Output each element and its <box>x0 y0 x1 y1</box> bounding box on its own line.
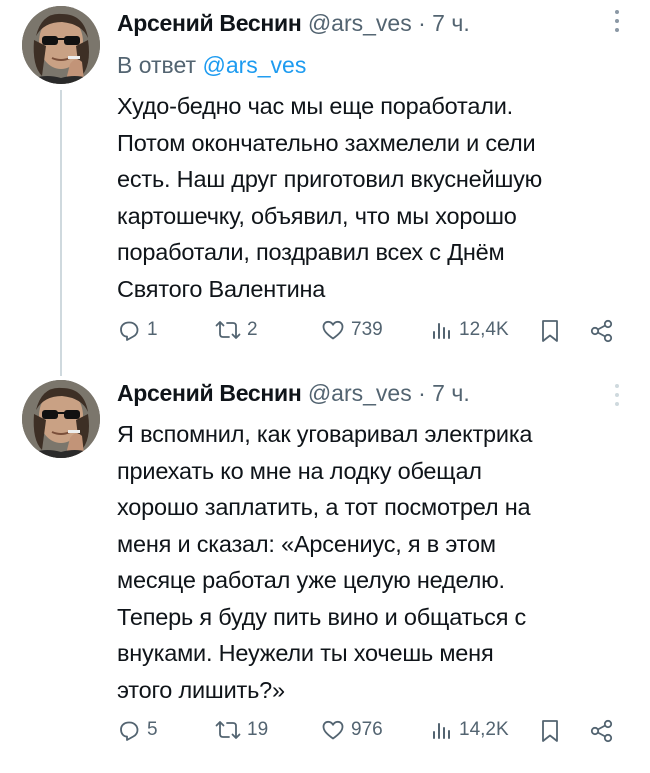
tweet-text: Я вспомнил, как уговаривал электрика при… <box>117 416 632 708</box>
thread-line <box>60 90 62 376</box>
reply-mention-link[interactable]: @ars_ves <box>202 52 306 78</box>
reply-icon <box>120 321 139 341</box>
tweet-text-line: приехать ко мне на лодку обещал <box>117 457 482 484</box>
avatar-image <box>22 6 100 84</box>
views-button[interactable]: 14,2K <box>431 718 509 742</box>
heart-icon <box>322 320 344 340</box>
views-button[interactable]: 12,4K <box>431 318 509 342</box>
tweet-text-line: месяце работал уже целую неделю. <box>117 567 505 593</box>
bookmark-icon <box>542 320 558 342</box>
tweet-text-line: меня и сказал: «Арсениус, я в этом <box>117 530 496 557</box>
retweet-count: 19 <box>247 719 269 740</box>
bookmark-icon <box>542 720 558 742</box>
like-button[interactable]: 739 <box>321 318 383 342</box>
like-button[interactable]: 976 <box>321 718 383 742</box>
tweet-text-line: Худо-бедно час мы еще поработали. <box>117 93 513 119</box>
reply-count: 1 <box>147 319 158 340</box>
retweet-button[interactable]: 19 <box>215 718 268 742</box>
tweet-time[interactable]: 7 ч. <box>432 10 470 36</box>
retweet-button[interactable]: 2 <box>215 318 258 342</box>
tweet-text-line: картошечку, объявил, что мы хорошо <box>117 202 517 229</box>
tweet-header: Арсений Веснин @ars_ves · 7 ч. <box>117 10 470 42</box>
share-button[interactable] <box>589 318 615 344</box>
avatar[interactable] <box>22 380 100 458</box>
retweet-icon <box>215 721 241 739</box>
views-icon <box>433 723 450 739</box>
retweet-count: 2 <box>247 319 258 340</box>
tweet-text-line: хорошо заплатить, а тот посмотрел на <box>117 494 531 520</box>
tweet-header: Арсений Веснин @ars_ves · 7 ч. <box>117 380 470 412</box>
reply-button[interactable]: 5 <box>117 718 158 742</box>
reply-count: 5 <box>147 719 158 740</box>
author-handle[interactable]: @ars_ves <box>308 10 412 36</box>
more-icon[interactable] <box>614 384 620 411</box>
reply-prefix: В ответ <box>117 52 197 78</box>
more-icon[interactable] <box>614 10 620 37</box>
tweet-text-line: есть. Наш друг приготовил вкуснейшую <box>117 166 543 192</box>
tweet-actions: 5 19 976 14,2K <box>117 718 627 748</box>
share-icon <box>590 319 613 343</box>
tweet-text-line: этого лишить?» <box>117 676 285 703</box>
retweet-icon <box>215 321 241 339</box>
tweet-text-line: внуками. Неужели ты хочешь меня <box>117 640 494 666</box>
tweet-actions: 1 2 739 12,4K <box>117 318 627 348</box>
bookmark-button[interactable] <box>539 318 561 344</box>
reply-icon <box>120 721 139 741</box>
author-name[interactable]: Арсений Веснин <box>117 380 302 406</box>
tweet-text: Худо-бедно час мы еще поработали. Потом … <box>117 88 632 307</box>
avatar[interactable] <box>22 6 100 84</box>
author-name[interactable]: Арсений Веснин <box>117 10 302 36</box>
bookmark-button[interactable] <box>539 718 561 744</box>
views-icon <box>433 323 450 339</box>
tweet-text-line: Теперь я буду пить вино и общаться с <box>117 603 527 630</box>
views-count: 14,2K <box>459 719 509 740</box>
tweet-text-line: Потом окончательно захмелели и сели <box>117 129 536 156</box>
like-count: 739 <box>351 319 383 340</box>
separator-dot: · <box>418 380 426 406</box>
views-count: 12,4K <box>459 319 509 340</box>
author-handle[interactable]: @ars_ves <box>308 380 412 406</box>
tweet-text-line: поработали, поздравил всех с Днём <box>117 239 505 265</box>
share-button[interactable] <box>589 718 615 744</box>
like-count: 976 <box>351 719 383 740</box>
reply-button[interactable]: 1 <box>117 318 158 342</box>
tweet-time[interactable]: 7 ч. <box>432 380 470 406</box>
heart-icon <box>322 720 344 740</box>
tweet-text-line: Святого Валентина <box>117 275 326 302</box>
share-icon <box>590 719 613 743</box>
avatar-image <box>22 380 100 458</box>
tweet-1[interactable]: Арсений Веснин @ars_ves · 7 ч. В ответ @… <box>0 4 650 376</box>
tweet-text-line: Я вспомнил, как уговаривал электрика <box>117 421 533 447</box>
reply-context: В ответ @ars_ves <box>117 52 306 79</box>
tweet-2[interactable]: Арсений Веснин @ars_ves · 7 ч. Я вспомни… <box>0 376 650 773</box>
separator-dot: · <box>418 10 426 36</box>
